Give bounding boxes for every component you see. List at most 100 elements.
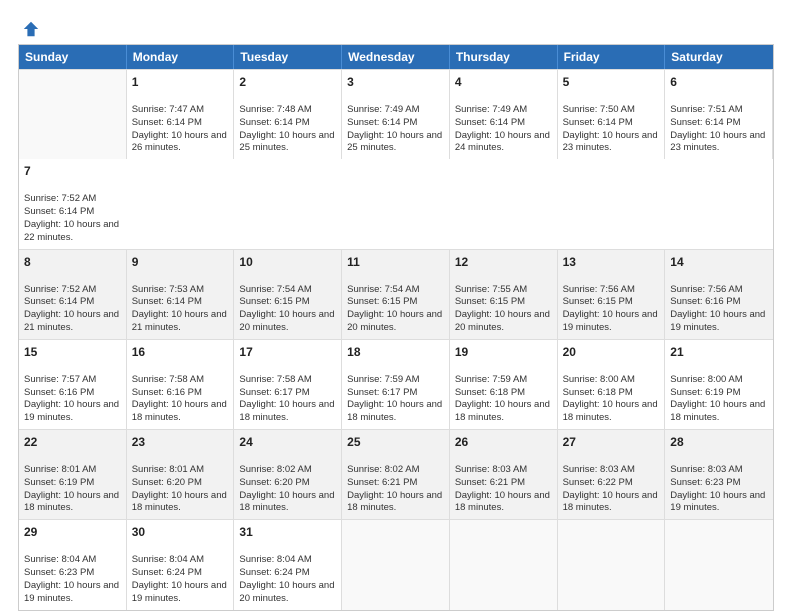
sunrise-text: Sunrise: 8:00 AM — [670, 374, 742, 385]
day-number: 28 — [670, 434, 768, 450]
sunset-text: Sunset: 6:14 PM — [132, 117, 202, 128]
daylight-text: Daylight: 10 hours and 19 minutes. — [670, 309, 765, 333]
daylight-text: Daylight: 10 hours and 18 minutes. — [347, 399, 442, 423]
sunset-text: Sunset: 6:14 PM — [347, 117, 417, 128]
daylight-text: Daylight: 10 hours and 22 minutes. — [24, 219, 119, 243]
daylight-text: Daylight: 10 hours and 18 minutes. — [563, 399, 658, 423]
calendar-row: 1Sunrise: 7:47 AMSunset: 6:14 PMDaylight… — [19, 69, 773, 249]
sunrise-text: Sunrise: 7:59 AM — [347, 374, 419, 385]
sunset-text: Sunset: 6:14 PM — [455, 117, 525, 128]
day-number: 15 — [24, 344, 121, 360]
day-number: 3 — [347, 74, 444, 90]
sunrise-text: Sunrise: 7:56 AM — [563, 284, 635, 295]
calendar-cell: 24Sunrise: 8:02 AMSunset: 6:20 PMDayligh… — [234, 430, 342, 519]
sunrise-text: Sunrise: 8:03 AM — [455, 464, 527, 475]
sunset-text: Sunset: 6:21 PM — [347, 477, 417, 488]
day-number: 29 — [24, 524, 121, 540]
day-number: 4 — [455, 74, 552, 90]
sunrise-text: Sunrise: 8:04 AM — [132, 554, 204, 565]
day-number: 2 — [239, 74, 336, 90]
day-number: 7 — [24, 163, 122, 179]
sunset-text: Sunset: 6:14 PM — [24, 296, 94, 307]
sunset-text: Sunset: 6:17 PM — [239, 387, 309, 398]
calendar-header-cell: Monday — [127, 45, 235, 69]
day-number: 9 — [132, 254, 229, 270]
calendar-row: 8Sunrise: 7:52 AMSunset: 6:14 PMDaylight… — [19, 249, 773, 339]
calendar-header-cell: Saturday — [665, 45, 773, 69]
calendar-cell: 29Sunrise: 8:04 AMSunset: 6:23 PMDayligh… — [19, 520, 127, 609]
calendar-cell: 18Sunrise: 7:59 AMSunset: 6:17 PMDayligh… — [342, 340, 450, 429]
daylight-text: Daylight: 10 hours and 18 minutes. — [563, 490, 658, 514]
day-number: 5 — [563, 74, 660, 90]
calendar-cell: 2Sunrise: 7:48 AMSunset: 6:14 PMDaylight… — [234, 70, 342, 159]
daylight-text: Daylight: 10 hours and 23 minutes. — [563, 130, 658, 154]
day-number: 6 — [670, 74, 767, 90]
daylight-text: Daylight: 10 hours and 25 minutes. — [239, 130, 334, 154]
day-number: 31 — [239, 524, 336, 540]
day-number: 11 — [347, 254, 444, 270]
sunrise-text: Sunrise: 7:50 AM — [563, 104, 635, 115]
logo — [18, 20, 40, 38]
sunrise-text: Sunrise: 8:04 AM — [239, 554, 311, 565]
day-number: 14 — [670, 254, 768, 270]
calendar-cell: 21Sunrise: 8:00 AMSunset: 6:19 PMDayligh… — [665, 340, 773, 429]
day-number: 12 — [455, 254, 552, 270]
daylight-text: Daylight: 10 hours and 18 minutes. — [239, 399, 334, 423]
sunrise-text: Sunrise: 8:00 AM — [563, 374, 635, 385]
sunrise-text: Sunrise: 8:01 AM — [24, 464, 96, 475]
sunset-text: Sunset: 6:16 PM — [24, 387, 94, 398]
sunrise-text: Sunrise: 8:04 AM — [24, 554, 96, 565]
sunset-text: Sunset: 6:14 PM — [563, 117, 633, 128]
calendar-cell: 30Sunrise: 8:04 AMSunset: 6:24 PMDayligh… — [127, 520, 235, 609]
calendar-cell: 19Sunrise: 7:59 AMSunset: 6:18 PMDayligh… — [450, 340, 558, 429]
calendar-cell: 7Sunrise: 7:52 AMSunset: 6:14 PMDaylight… — [19, 159, 127, 248]
calendar-header: SundayMondayTuesdayWednesdayThursdayFrid… — [19, 45, 773, 69]
calendar-cell: 4Sunrise: 7:49 AMSunset: 6:14 PMDaylight… — [450, 70, 558, 159]
sunrise-text: Sunrise: 7:51 AM — [670, 104, 742, 115]
day-number: 17 — [239, 344, 336, 360]
calendar-cell — [558, 520, 666, 609]
day-number: 24 — [239, 434, 336, 450]
day-number: 23 — [132, 434, 229, 450]
sunset-text: Sunset: 6:22 PM — [563, 477, 633, 488]
sunset-text: Sunset: 6:18 PM — [563, 387, 633, 398]
calendar-row: 29Sunrise: 8:04 AMSunset: 6:23 PMDayligh… — [19, 519, 773, 609]
page: SundayMondayTuesdayWednesdayThursdayFrid… — [0, 0, 792, 612]
calendar-cell: 23Sunrise: 8:01 AMSunset: 6:20 PMDayligh… — [127, 430, 235, 519]
day-number: 19 — [455, 344, 552, 360]
sunrise-text: Sunrise: 7:53 AM — [132, 284, 204, 295]
daylight-text: Daylight: 10 hours and 18 minutes. — [347, 490, 442, 514]
daylight-text: Daylight: 10 hours and 25 minutes. — [347, 130, 442, 154]
calendar-cell: 13Sunrise: 7:56 AMSunset: 6:15 PMDayligh… — [558, 250, 666, 339]
header — [18, 16, 774, 38]
sunset-text: Sunset: 6:14 PM — [132, 296, 202, 307]
sunset-text: Sunset: 6:15 PM — [347, 296, 417, 307]
calendar-cell: 25Sunrise: 8:02 AMSunset: 6:21 PMDayligh… — [342, 430, 450, 519]
day-number: 25 — [347, 434, 444, 450]
daylight-text: Daylight: 10 hours and 19 minutes. — [563, 309, 658, 333]
calendar-cell: 28Sunrise: 8:03 AMSunset: 6:23 PMDayligh… — [665, 430, 773, 519]
calendar-cell — [19, 70, 127, 159]
calendar-header-cell: Sunday — [19, 45, 127, 69]
sunrise-text: Sunrise: 7:52 AM — [24, 193, 96, 204]
calendar-header-cell: Friday — [558, 45, 666, 69]
day-number: 27 — [563, 434, 660, 450]
sunrise-text: Sunrise: 7:54 AM — [347, 284, 419, 295]
daylight-text: Daylight: 10 hours and 24 minutes. — [455, 130, 550, 154]
calendar-cell — [665, 520, 773, 609]
calendar-cell — [450, 520, 558, 609]
sunrise-text: Sunrise: 8:01 AM — [132, 464, 204, 475]
daylight-text: Daylight: 10 hours and 20 minutes. — [239, 309, 334, 333]
calendar-cell: 22Sunrise: 8:01 AMSunset: 6:19 PMDayligh… — [19, 430, 127, 519]
calendar-cell: 14Sunrise: 7:56 AMSunset: 6:16 PMDayligh… — [665, 250, 773, 339]
sunrise-text: Sunrise: 7:56 AM — [670, 284, 742, 295]
calendar: SundayMondayTuesdayWednesdayThursdayFrid… — [18, 44, 774, 611]
sunset-text: Sunset: 6:15 PM — [239, 296, 309, 307]
sunset-text: Sunset: 6:14 PM — [239, 117, 309, 128]
day-number: 20 — [563, 344, 660, 360]
sunrise-text: Sunrise: 7:47 AM — [132, 104, 204, 115]
sunset-text: Sunset: 6:23 PM — [24, 567, 94, 578]
calendar-cell: 31Sunrise: 8:04 AMSunset: 6:24 PMDayligh… — [234, 520, 342, 609]
sunset-text: Sunset: 6:18 PM — [455, 387, 525, 398]
sunset-text: Sunset: 6:24 PM — [132, 567, 202, 578]
